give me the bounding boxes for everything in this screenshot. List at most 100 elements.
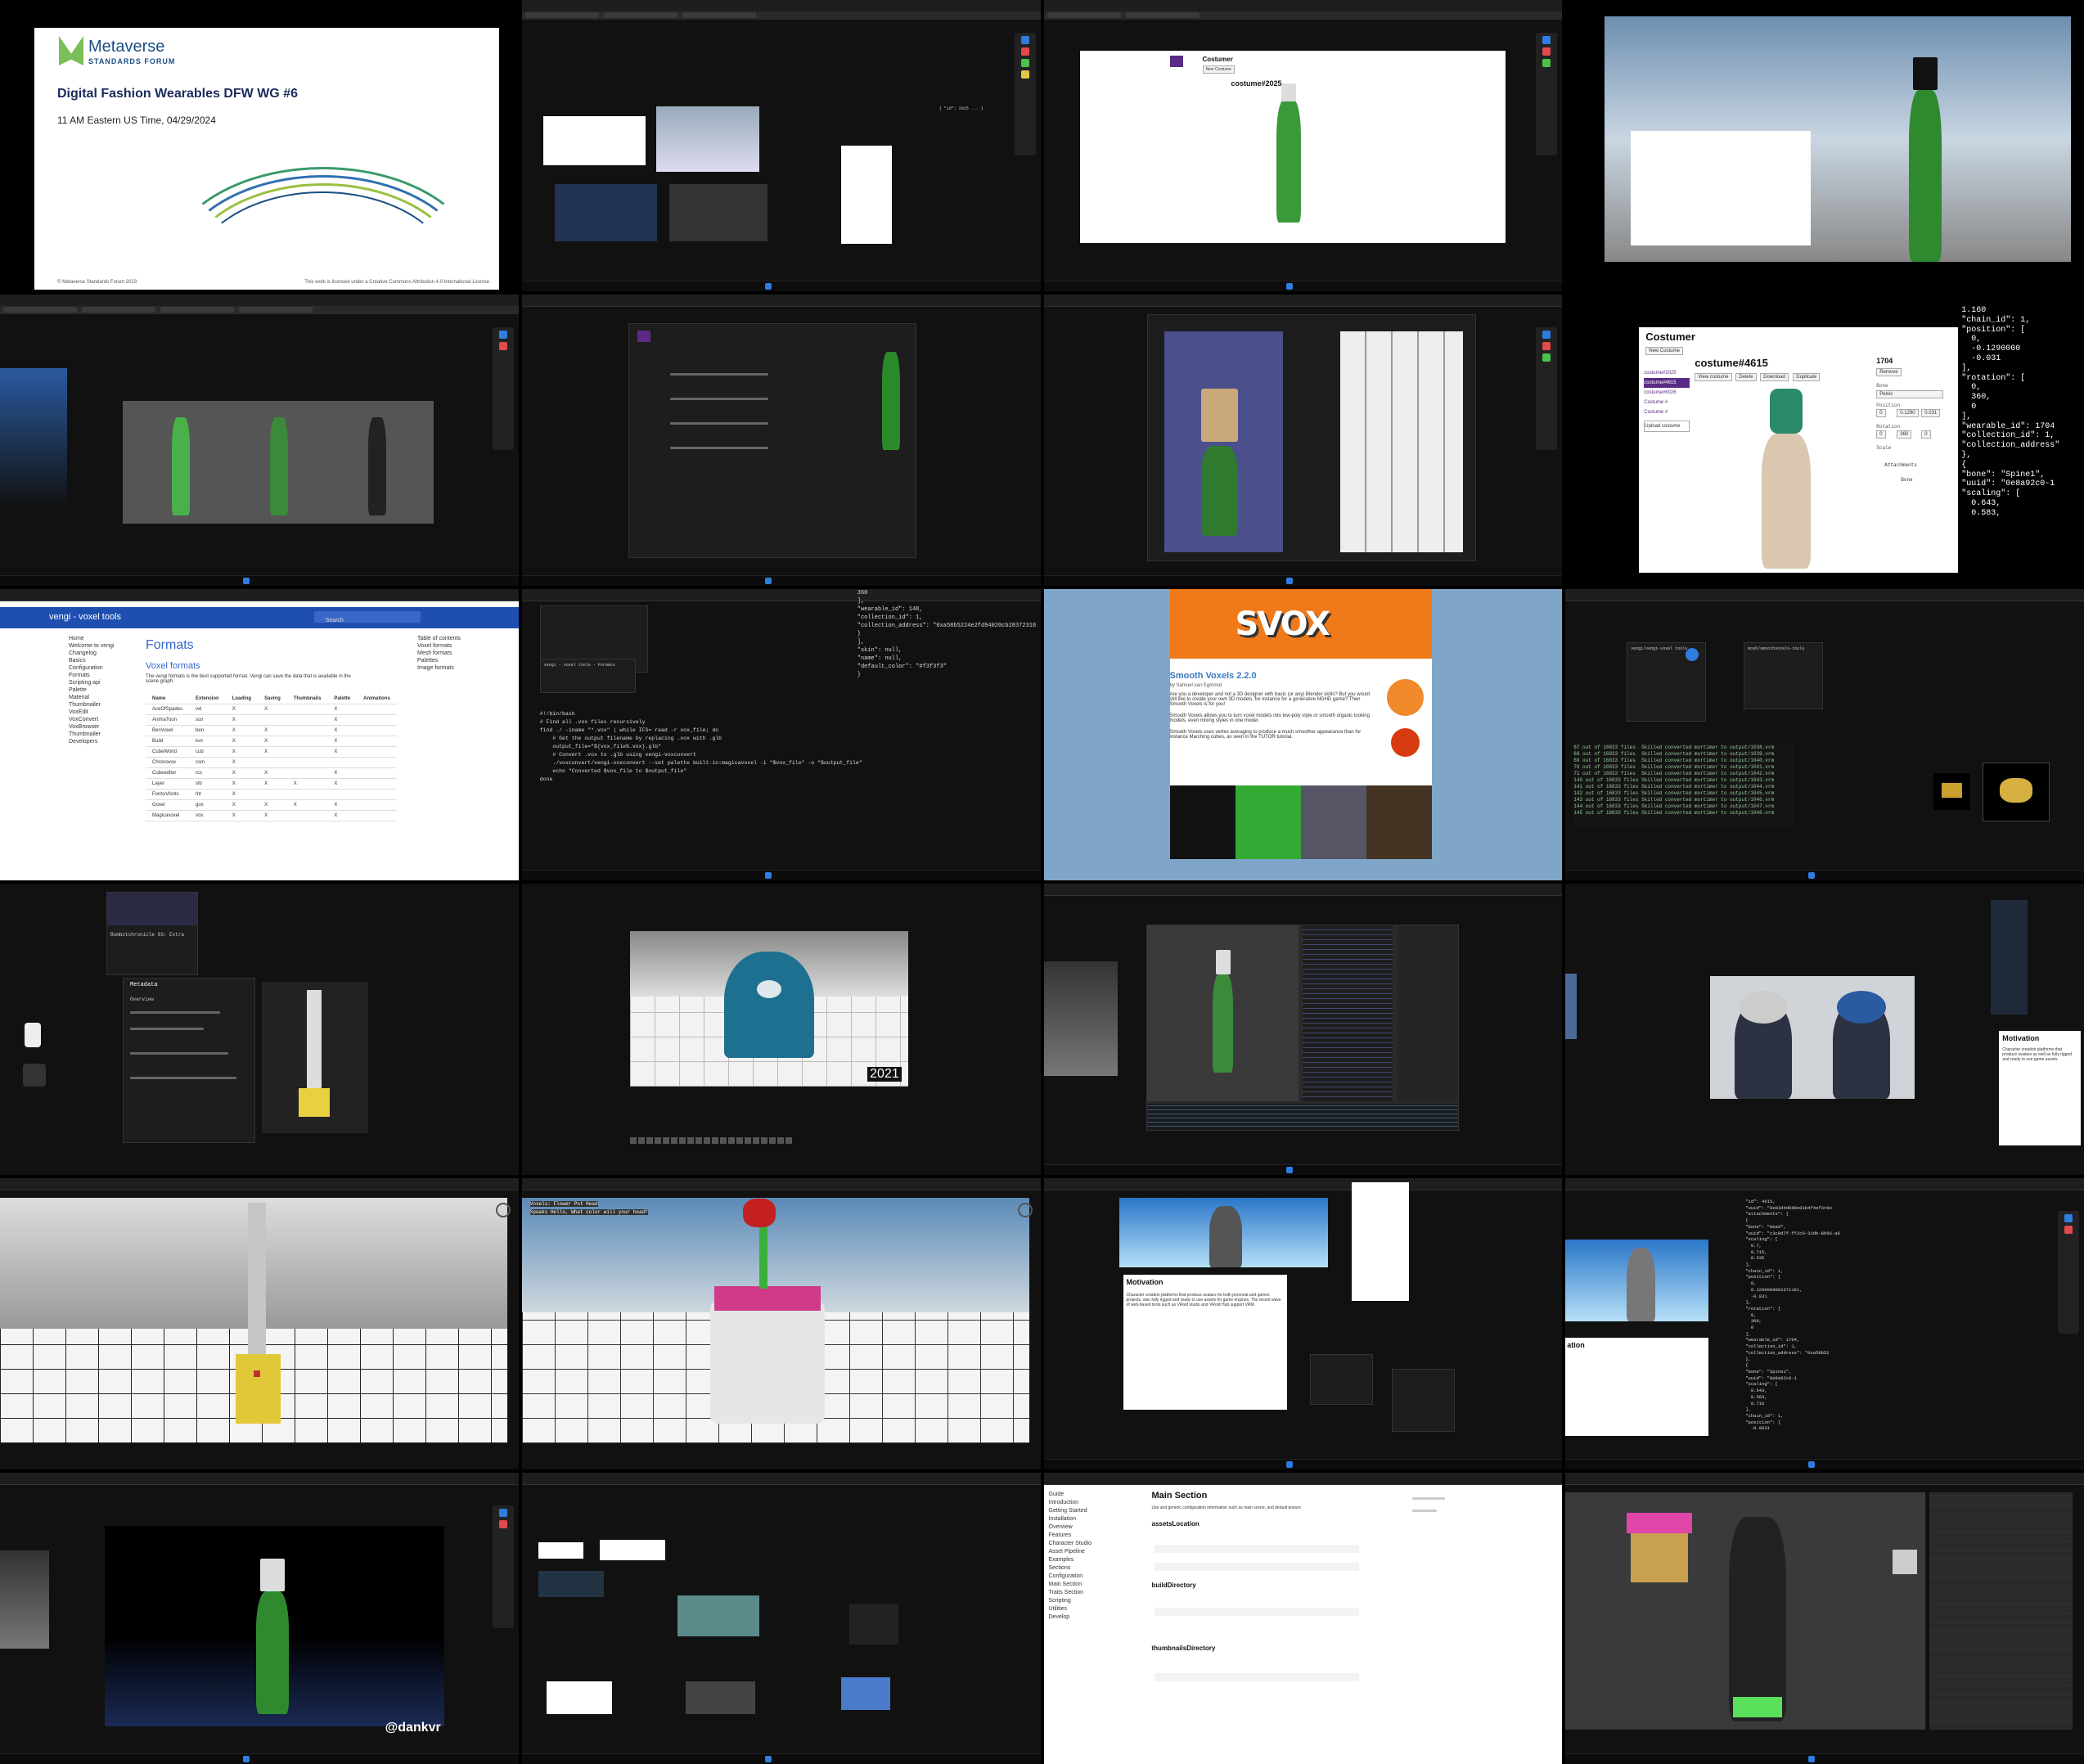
thumbnail-window[interactable] [538,1571,604,1597]
sidebar-item[interactable]: Material [69,694,115,701]
github-card[interactable]: vengi - voxel tools - Formats [539,659,636,693]
sidebar-item[interactable]: Home [69,635,115,642]
info-icon[interactable] [495,1203,511,1217]
wearable-items-grid[interactable] [1339,331,1463,552]
thumbnail-window[interactable] [599,1540,665,1560]
toolbar-palette[interactable] [2058,1211,2079,1334]
costume-list-item-selected[interactable]: costume#4615 [1644,378,1690,388]
thumbnail-window[interactable] [840,146,892,244]
github-card[interactable] [1309,1354,1373,1405]
sidebar-item[interactable]: Scripting [1049,1597,1092,1605]
blender-window [1146,925,1459,1131]
sidebar-item[interactable]: Thumbnailer [69,731,115,738]
thumbnail-window[interactable] [840,1677,890,1710]
toc-item[interactable]: Table of contents [417,635,461,642]
motivation-card: Motivation Character creation platforms … [1999,1031,2082,1145]
sidebar-item[interactable]: Sections [1049,1564,1092,1573]
toolbar-palette[interactable] [1536,33,1558,155]
position-y[interactable]: 0.1290 [1897,409,1919,417]
thumbnail-window[interactable] [655,106,759,172]
sidebar-item[interactable]: Main Section [1049,1581,1092,1589]
rotation-y[interactable]: 360 [1897,430,1912,439]
costume-list-item[interactable]: costume#6026 [1644,388,1690,398]
costume-list-item[interactable]: Costume # [1644,398,1690,407]
tab-strip[interactable] [1043,11,1563,20]
sidebar-item[interactable]: Features [1049,1532,1092,1540]
costume-list-item[interactable]: costume#2025 [1644,368,1690,378]
sidebar-item[interactable]: Basics [69,657,115,664]
sidebar-item[interactable]: Introduction [1049,1499,1092,1507]
toolbar-palette[interactable] [492,1505,514,1628]
tab-strip[interactable] [0,306,519,314]
sidebar-item[interactable]: Formats [69,672,115,679]
thumbnail-window[interactable] [668,184,767,241]
thumbnail-window[interactable] [685,1681,755,1714]
sidebar-item[interactable]: Scripting api [69,679,115,686]
sidebar-item[interactable]: Utilities [1049,1605,1092,1613]
tab-strip[interactable] [521,11,1041,20]
new-costume-button[interactable]: New Costume [1645,347,1683,355]
sidebar-item[interactable]: Changelog [69,650,115,657]
sidebar-item[interactable]: VoxEdit [69,709,115,716]
new-costume-button[interactable]: New Costume [1202,65,1235,74]
sidebar-item[interactable]: Configuration [69,664,115,672]
position-z[interactable]: 0.031 [1921,409,1941,417]
sidebar-item[interactable]: Configuration [1049,1573,1092,1581]
thumbnail-window[interactable] [848,1604,898,1645]
download-button[interactable]: Download [1760,373,1789,381]
sidebar-item[interactable]: Traits Section [1049,1589,1092,1597]
thumbnail-window[interactable] [677,1595,759,1636]
sidebar-item[interactable]: Palette [69,686,115,694]
sidebar-item[interactable]: VoxConvert [69,716,115,723]
github-card[interactable] [1391,1369,1455,1432]
code-editor[interactable] [1302,925,1393,1101]
github-card[interactable]: mosh/smoothvoxels-tools [1744,642,1824,709]
costumer-title: Costumer [1645,331,1695,343]
viewport[interactable] [1146,925,1299,1101]
toolbar-palette[interactable] [1536,327,1558,450]
sidebar-item[interactable]: Examples [1049,1556,1092,1564]
delete-button[interactable]: Delete [1735,373,1757,381]
sidebar-item[interactable]: Welcome to vengi [69,642,115,650]
viewport[interactable] [1565,1492,1926,1730]
rotation-z[interactable]: 0 [1921,430,1931,439]
toc-item[interactable]: Image formats [417,664,461,672]
sidebar-item[interactable]: Guide [1049,1491,1092,1499]
thumbnail-window[interactable] [542,116,646,165]
sidebar-item[interactable]: Thumbnailer [69,701,115,709]
toc-item[interactable]: Voxel formats [417,642,461,650]
example-gallery[interactable] [1169,785,1432,859]
sidebar-item[interactable]: Overview [1049,1523,1092,1532]
project-card[interactable]: Bombotchronicle 03: Extra [106,892,198,975]
costume-list-item[interactable]: Costume # [1644,407,1690,417]
remove-button[interactable]: Remove [1876,368,1902,376]
sidebar-item[interactable]: Developers [69,738,115,745]
headset-icon [23,1064,46,1087]
toolbar-palette[interactable] [1014,33,1036,155]
voxel-sword-blade [248,1203,266,1358]
github-card[interactable]: vengi/vengi-voxel tools [1627,642,1707,722]
search-input[interactable]: Search [313,611,421,623]
sidebar-item[interactable]: Asset Pipeline [1049,1548,1092,1556]
toc-item[interactable]: Palettes [417,657,461,664]
toolbar-palette[interactable] [492,327,514,450]
rotation-x[interactable]: 0 [1876,430,1886,439]
sidebar-item[interactable]: Develop [1049,1613,1092,1622]
position-x[interactable]: 0 [1876,409,1886,417]
properties-panel[interactable] [1929,1492,2073,1730]
thumbnail-window[interactable] [546,1681,612,1714]
view-costume-button[interactable]: View costume [1695,373,1732,381]
properties-panel[interactable] [1396,925,1458,1101]
info-icon[interactable] [1017,1203,1033,1217]
sidebar-item[interactable]: Getting Started [1049,1507,1092,1515]
toc-item[interactable]: Mesh formats [417,650,461,657]
thumbnail-window[interactable] [554,184,657,241]
bone-select[interactable]: Pelvis [1876,390,1944,398]
duplicate-button[interactable]: Duplicate [1793,373,1821,381]
site-title[interactable]: vengi - voxel tools [49,612,121,622]
sidebar-item[interactable]: Installation [1049,1515,1092,1523]
sidebar-item[interactable]: VoxBrowser [69,723,115,731]
upload-costume-button[interactable]: Upload costume [1644,421,1690,432]
sidebar-item[interactable]: Character Studio [1049,1540,1092,1548]
thumbnail-window[interactable] [538,1542,583,1559]
